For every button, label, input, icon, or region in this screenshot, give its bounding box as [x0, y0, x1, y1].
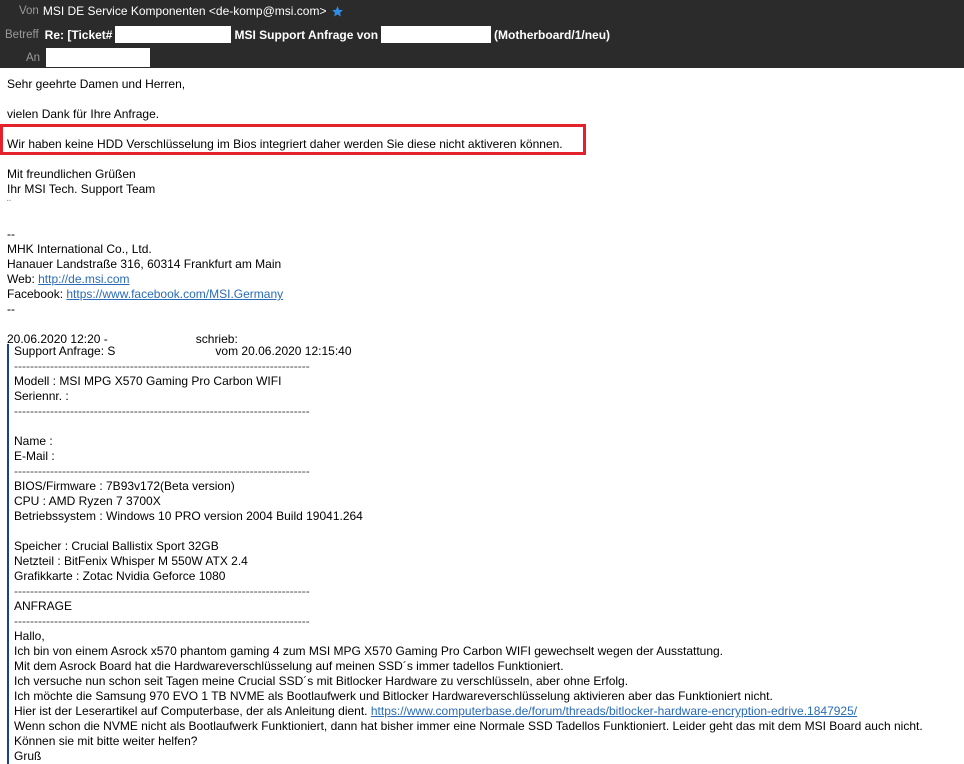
greeting-text: Sehr geehrte Damen und Herren, [7, 77, 186, 91]
bios-line: BIOS/Firmware : 7B93v172(Beta version) [14, 479, 235, 493]
facebook-link[interactable]: https://www.facebook.com/MSI.Germany [66, 287, 283, 301]
request-heading: ANFRAGE [14, 599, 73, 613]
email-line: E-Mail : [14, 449, 55, 463]
web-label: Web: [7, 272, 39, 286]
paragraph-5-text: Hier ist der Leserartikel auf Computerba… [14, 704, 371, 718]
paragraph-8: Gruß [14, 749, 42, 763]
facebook-label: Facebook: [7, 287, 67, 301]
redacted-sender-name [381, 26, 492, 43]
model-line: Modell : MSI MPG X570 Gaming Pro Carbon … [14, 374, 282, 388]
web-link[interactable]: http://de.msi.com [38, 272, 129, 286]
subject-label: Betreff [5, 28, 39, 41]
hello-line: Hallo, [14, 629, 45, 643]
subject-part-1: Re: [Ticket# [44, 27, 113, 42]
company-name: MHK International Co., Ltd. [7, 242, 152, 256]
paragraph-4: Ich möchte die Samsung 970 EVO 1 TB NVME… [14, 689, 773, 703]
highlight-box [0, 124, 586, 155]
separator: ----------------------------------------… [14, 584, 310, 598]
gpu-line: Grafikkarte : Zotac Nvidia Geforce 1080 [14, 569, 226, 583]
separator: ----------------------------------------… [14, 359, 310, 373]
name-line: Name : [14, 434, 53, 448]
star-icon[interactable] [331, 5, 344, 18]
redacted-recipient [46, 48, 151, 67]
closing-text-1: Mit freundlichen Grüßen [7, 167, 136, 181]
serial-line: Seriennr. : [14, 389, 69, 403]
company-address: Hanauer Landstraße 316, 60314 Frankfurt … [7, 257, 282, 271]
facebook-line: Facebook: https://www.facebook.com/MSI.G… [7, 287, 964, 302]
redacted-ticket-number [115, 26, 232, 43]
computerbase-link[interactable]: https://www.computerbase.de/forum/thread… [371, 704, 857, 718]
from-label: Von [19, 5, 39, 17]
email-header: Von MSI DE Service Komponenten <de-komp@… [0, 0, 964, 68]
to-row: An [26, 48, 151, 67]
thanks-text: vielen Dank für Ihre Anfrage. [7, 107, 160, 121]
psu-line: Netzteil : BitFenix Whisper M 550W ATX 2… [14, 554, 248, 568]
subject-part-3: (Motherboard/1/neu) [494, 27, 611, 42]
quote-support-prefix: Support Anfrage: S [14, 344, 116, 358]
subject-part-2: MSI Support Anfrage von [234, 27, 379, 42]
paragraph-2: Mit dem Asrock Board hat die Hardwarever… [14, 659, 564, 673]
signature-dash-2: -- [7, 302, 15, 316]
closing-text-3: ¨ [7, 197, 11, 211]
sender-address[interactable]: MSI DE Service Komponenten <de-komp@msi.… [43, 4, 327, 18]
cpu-line: CPU : AMD Ryzen 7 3700X [14, 494, 161, 508]
quoted-message: Support Anfrage: S vom 20.06.2020 12:15:4… [7, 344, 964, 764]
separator: ----------------------------------------… [14, 404, 310, 418]
paragraph-7: Können sie mit bitte weiter helfen? [14, 734, 198, 748]
paragraph-5: Hier ist der Leserartikel auf Computerba… [14, 704, 964, 719]
paragraph-1: Ich bin von einem Asrock x570 phantom ga… [14, 644, 724, 658]
to-label: An [26, 51, 41, 64]
os-line: Betriebssystem : Windows 10 PRO version … [14, 509, 363, 523]
paragraph-3: Ich versuche nun schon seit Tagen meine … [14, 674, 629, 688]
from-row: Von MSI DE Service Komponenten <de-komp@… [19, 4, 344, 18]
signature-dash-1: -- [7, 227, 15, 241]
ram-line: Speicher : Crucial Ballistix Sport 32GB [14, 539, 219, 553]
paragraph-6: Wenn schon die NVME nicht als Bootlaufwe… [14, 719, 923, 733]
separator: ----------------------------------------… [14, 464, 310, 478]
web-line: Web: http://de.msi.com [7, 272, 964, 287]
closing-text-2: Ihr MSI Tech. Support Team [7, 182, 156, 196]
quote-support-date: vom 20.06.2020 12:15:40 [215, 344, 352, 358]
separator: ----------------------------------------… [14, 614, 310, 628]
message-body: Sehr geehrte Damen und Herren, vielen Da… [0, 68, 964, 347]
quote-support-line: Support Anfrage: S vom 20.06.2020 12:15:4… [14, 344, 964, 359]
subject-row: Betreff Re: [Ticket# MSI Support Anfrage… [5, 26, 610, 43]
